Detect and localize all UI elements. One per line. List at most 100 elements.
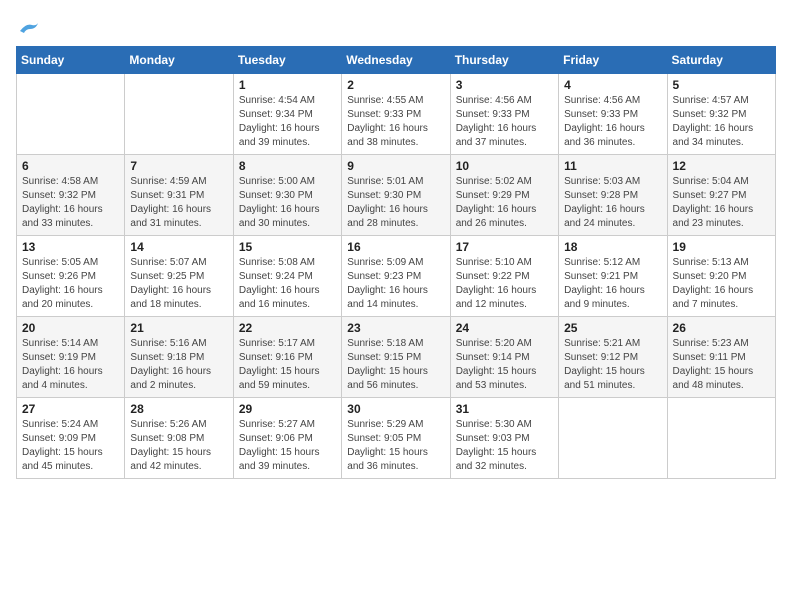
calendar-cell: 29 Sunrise: 5:27 AMSunset: 9:06 PMDayligh… <box>233 398 341 479</box>
calendar-cell: 11 Sunrise: 5:03 AMSunset: 9:28 PMDayligh… <box>559 155 667 236</box>
calendar-week-row: 27Sunrise: 5:24 AMSunset: 9:09 PMDayligh… <box>17 398 776 479</box>
day-info: Sunrise: 4:56 AMSunset: 9:33 PMDaylight:… <box>564 94 661 150</box>
day-number: 11 <box>564 159 661 173</box>
day-number: 19 <box>673 240 770 254</box>
column-header-monday: Monday <box>125 47 233 74</box>
calendar-cell: 31Sunrise: 5:30 AMSunset: 9:03 PMDayligh… <box>450 398 558 479</box>
day-number: 18 <box>564 240 661 254</box>
calendar-cell: 22 Sunrise: 5:17 AMSunset: 9:16 PMDayligh… <box>233 317 341 398</box>
day-info: Sunrise: 5:14 AMSunset: 9:19 PMDaylight:… <box>22 337 119 393</box>
day-number: 16 <box>347 240 444 254</box>
calendar-cell: 14 Sunrise: 5:07 AMSunset: 9:25 PMDayligh… <box>125 236 233 317</box>
calendar-cell: 24 Sunrise: 5:20 AMSunset: 9:14 PMDayligh… <box>450 317 558 398</box>
day-number: 12 <box>673 159 770 173</box>
calendar-cell <box>667 398 775 479</box>
column-header-saturday: Saturday <box>667 47 775 74</box>
calendar-week-row: 6 Sunrise: 4:58 AMSunset: 9:32 PMDaylight… <box>17 155 776 236</box>
calendar-cell: 6 Sunrise: 4:58 AMSunset: 9:32 PMDaylight… <box>17 155 125 236</box>
calendar-cell: 4Sunrise: 4:56 AMSunset: 9:33 PMDaylight… <box>559 74 667 155</box>
day-number: 2 <box>347 78 444 92</box>
day-info: Sunrise: 5:05 AMSunset: 9:26 PMDaylight:… <box>22 256 119 312</box>
day-info: Sunrise: 5:27 AMSunset: 9:06 PMDaylight:… <box>239 418 336 474</box>
column-header-sunday: Sunday <box>17 47 125 74</box>
calendar-cell: 16Sunrise: 5:09 AMSunset: 9:23 PMDayligh… <box>342 236 450 317</box>
calendar-cell <box>125 74 233 155</box>
day-info: Sunrise: 5:21 AMSunset: 9:12 PMDaylight:… <box>564 337 661 393</box>
calendar-cell: 21 Sunrise: 5:16 AMSunset: 9:18 PMDayligh… <box>125 317 233 398</box>
calendar-cell: 30 Sunrise: 5:29 AMSunset: 9:05 PMDayligh… <box>342 398 450 479</box>
day-info: Sunrise: 4:54 AMSunset: 9:34 PMDaylight:… <box>239 94 336 150</box>
day-number: 7 <box>130 159 227 173</box>
day-info: Sunrise: 4:55 AMSunset: 9:33 PMDaylight:… <box>347 94 444 150</box>
day-info: Sunrise: 5:23 AMSunset: 9:11 PMDaylight:… <box>673 337 770 393</box>
calendar-week-row: 1 Sunrise: 4:54 AMSunset: 9:34 PMDaylight… <box>17 74 776 155</box>
calendar-cell: 2 Sunrise: 4:55 AMSunset: 9:33 PMDaylight… <box>342 74 450 155</box>
logo-text <box>16 16 40 38</box>
day-number: 28 <box>130 402 227 416</box>
column-header-friday: Friday <box>559 47 667 74</box>
logo <box>16 16 40 38</box>
calendar-cell: 25Sunrise: 5:21 AMSunset: 9:12 PMDayligh… <box>559 317 667 398</box>
day-number: 29 <box>239 402 336 416</box>
day-number: 26 <box>673 321 770 335</box>
calendar-cell: 19 Sunrise: 5:13 AMSunset: 9:20 PMDayligh… <box>667 236 775 317</box>
calendar-cell: 26 Sunrise: 5:23 AMSunset: 9:11 PMDayligh… <box>667 317 775 398</box>
calendar-cell: 10 Sunrise: 5:02 AMSunset: 9:29 PMDayligh… <box>450 155 558 236</box>
day-number: 5 <box>673 78 770 92</box>
day-number: 10 <box>456 159 553 173</box>
day-info: Sunrise: 5:02 AMSunset: 9:29 PMDaylight:… <box>456 175 553 231</box>
day-number: 24 <box>456 321 553 335</box>
day-number: 15 <box>239 240 336 254</box>
calendar-cell: 1 Sunrise: 4:54 AMSunset: 9:34 PMDaylight… <box>233 74 341 155</box>
day-info: Sunrise: 4:56 AMSunset: 9:33 PMDaylight:… <box>456 94 553 150</box>
calendar-cell: 8 Sunrise: 5:00 AMSunset: 9:30 PMDaylight… <box>233 155 341 236</box>
calendar-cell: 28 Sunrise: 5:26 AMSunset: 9:08 PMDayligh… <box>125 398 233 479</box>
day-number: 21 <box>130 321 227 335</box>
day-info: Sunrise: 5:13 AMSunset: 9:20 PMDaylight:… <box>673 256 770 312</box>
day-info: Sunrise: 5:20 AMSunset: 9:14 PMDaylight:… <box>456 337 553 393</box>
day-info: Sunrise: 5:00 AMSunset: 9:30 PMDaylight:… <box>239 175 336 231</box>
calendar-cell: 18 Sunrise: 5:12 AMSunset: 9:21 PMDayligh… <box>559 236 667 317</box>
day-number: 13 <box>22 240 119 254</box>
day-info: Sunrise: 5:16 AMSunset: 9:18 PMDaylight:… <box>130 337 227 393</box>
calendar-cell: 9 Sunrise: 5:01 AMSunset: 9:30 PMDaylight… <box>342 155 450 236</box>
day-number: 9 <box>347 159 444 173</box>
header <box>16 16 776 38</box>
day-info: Sunrise: 5:10 AMSunset: 9:22 PMDaylight:… <box>456 256 553 312</box>
day-number: 14 <box>130 240 227 254</box>
column-header-thursday: Thursday <box>450 47 558 74</box>
day-info: Sunrise: 5:17 AMSunset: 9:16 PMDaylight:… <box>239 337 336 393</box>
day-number: 23 <box>347 321 444 335</box>
day-info: Sunrise: 5:07 AMSunset: 9:25 PMDaylight:… <box>130 256 227 312</box>
day-info: Sunrise: 5:04 AMSunset: 9:27 PMDaylight:… <box>673 175 770 231</box>
day-number: 30 <box>347 402 444 416</box>
day-number: 1 <box>239 78 336 92</box>
calendar-cell: 15Sunrise: 5:08 AMSunset: 9:24 PMDayligh… <box>233 236 341 317</box>
day-info: Sunrise: 4:58 AMSunset: 9:32 PMDaylight:… <box>22 175 119 231</box>
calendar-cell: 5 Sunrise: 4:57 AMSunset: 9:32 PMDaylight… <box>667 74 775 155</box>
logo-bird-icon <box>18 21 40 35</box>
calendar-cell: 23 Sunrise: 5:18 AMSunset: 9:15 PMDayligh… <box>342 317 450 398</box>
day-info: Sunrise: 4:57 AMSunset: 9:32 PMDaylight:… <box>673 94 770 150</box>
day-number: 27 <box>22 402 119 416</box>
calendar-cell <box>559 398 667 479</box>
column-header-wednesday: Wednesday <box>342 47 450 74</box>
day-info: Sunrise: 5:01 AMSunset: 9:30 PMDaylight:… <box>347 175 444 231</box>
day-number: 6 <box>22 159 119 173</box>
day-number: 20 <box>22 321 119 335</box>
calendar-cell: 13 Sunrise: 5:05 AMSunset: 9:26 PMDayligh… <box>17 236 125 317</box>
day-number: 17 <box>456 240 553 254</box>
calendar-table: SundayMondayTuesdayWednesdayThursdayFrid… <box>16 46 776 479</box>
calendar-cell: 20 Sunrise: 5:14 AMSunset: 9:19 PMDayligh… <box>17 317 125 398</box>
day-number: 8 <box>239 159 336 173</box>
calendar-cell: 17 Sunrise: 5:10 AMSunset: 9:22 PMDayligh… <box>450 236 558 317</box>
day-info: Sunrise: 5:12 AMSunset: 9:21 PMDaylight:… <box>564 256 661 312</box>
day-number: 22 <box>239 321 336 335</box>
day-number: 31 <box>456 402 553 416</box>
day-info: Sunrise: 5:03 AMSunset: 9:28 PMDaylight:… <box>564 175 661 231</box>
day-info: Sunrise: 5:26 AMSunset: 9:08 PMDaylight:… <box>130 418 227 474</box>
calendar-week-row: 20 Sunrise: 5:14 AMSunset: 9:19 PMDayligh… <box>17 317 776 398</box>
day-info: Sunrise: 5:18 AMSunset: 9:15 PMDaylight:… <box>347 337 444 393</box>
day-info: Sunrise: 5:29 AMSunset: 9:05 PMDaylight:… <box>347 418 444 474</box>
calendar-cell <box>17 74 125 155</box>
